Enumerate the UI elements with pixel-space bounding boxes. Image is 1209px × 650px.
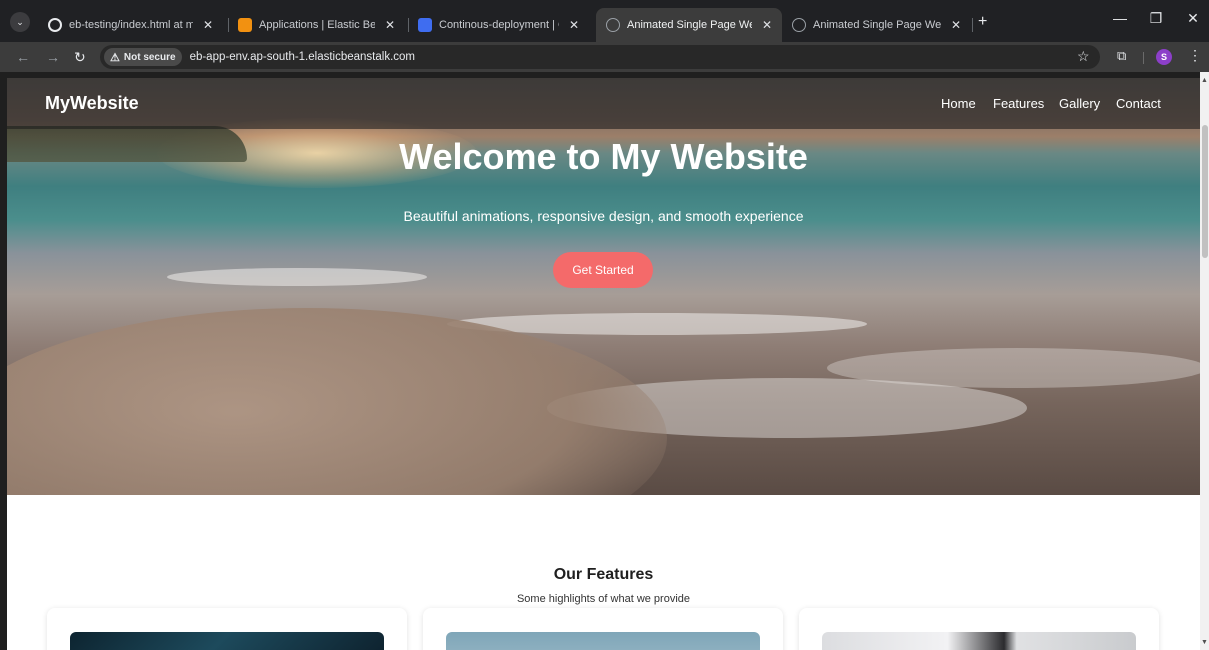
page-viewport: MyWebsite Home Features Gallery Contact …	[7, 78, 1200, 650]
security-label: Not secure	[123, 51, 176, 63]
feature-card-image	[70, 632, 384, 650]
address-bar[interactable]: ⚠ Not secure eb-app-env.ap-south-1.elast…	[100, 45, 1100, 69]
warning-triangle-icon: ⚠	[110, 51, 120, 64]
new-tab-plus-icon[interactable]: +	[978, 13, 987, 31]
github-icon	[48, 18, 62, 32]
tab-animated-site-active[interactable]: Animated Single Page Website ✕	[596, 8, 782, 42]
tab-title: Continous-deployment | CodeP	[439, 19, 559, 31]
features-title: Our Features	[553, 566, 654, 583]
reload-icon[interactable]: ↻	[74, 49, 86, 66]
bookmark-star-icon[interactable]: ☆	[1077, 48, 1090, 65]
nav-link-home[interactable]: Home	[941, 96, 976, 111]
tab-github[interactable]: eb-testing/index.html at main ✕	[38, 8, 229, 42]
feature-card-image	[446, 632, 760, 650]
scrollbar-thumb[interactable]	[1202, 125, 1208, 258]
scroll-up-arrow-icon[interactable]: ▲	[1201, 77, 1208, 84]
security-chip[interactable]: ⚠ Not secure	[104, 48, 182, 66]
tab-strip: ⌄ eb-testing/index.html at main ✕ Applic…	[0, 0, 1209, 42]
toolbar-divider	[1143, 52, 1144, 64]
tab-title: eb-testing/index.html at main	[69, 19, 193, 31]
codepipeline-icon	[418, 18, 432, 32]
url-text[interactable]: eb-app-env.ap-south-1.elasticbeanstalk.c…	[190, 51, 415, 63]
tab-animated-site[interactable]: Animated Single Page Website ✕	[782, 8, 973, 42]
hero-title: Welcome to My Website	[399, 136, 808, 177]
globe-icon	[606, 18, 620, 32]
tab-elastic-beanstalk[interactable]: Applications | Elastic Beanstalk ✕	[228, 8, 409, 42]
close-icon[interactable]: ✕	[569, 18, 579, 32]
wet-sand	[7, 308, 667, 495]
tab-search-chevron-icon[interactable]: ⌄	[10, 12, 30, 32]
globe-icon	[792, 18, 806, 32]
close-icon[interactable]: ✕	[762, 18, 772, 32]
feature-card[interactable]	[799, 608, 1159, 650]
feature-card[interactable]	[423, 608, 783, 650]
get-started-button[interactable]: Get Started	[553, 252, 653, 288]
window-close-icon[interactable]: ✕	[1183, 10, 1203, 27]
feature-card[interactable]	[47, 608, 407, 650]
scroll-down-arrow-icon[interactable]: ▼	[1201, 639, 1208, 646]
menu-kebab-icon[interactable]: ⋮	[1188, 47, 1202, 64]
tab-separator	[972, 18, 973, 32]
hero-subtitle: Beautiful animations, responsive design,…	[403, 208, 804, 224]
close-icon[interactable]: ✕	[203, 18, 213, 32]
forward-arrow-icon[interactable]: →	[46, 49, 60, 65]
tab-codepipeline[interactable]: Continous-deployment | CodeP ✕	[408, 8, 593, 42]
wave-foam	[827, 348, 1200, 388]
hero-section: MyWebsite Home Features Gallery Contact …	[7, 78, 1200, 495]
tab-title: Animated Single Page Website	[813, 19, 941, 31]
wave-foam	[167, 268, 427, 286]
nav-link-features[interactable]: Features	[993, 96, 1044, 111]
tab-title: Applications | Elastic Beanstalk	[259, 19, 375, 31]
site-header: MyWebsite Home Features Gallery Contact	[7, 78, 1200, 129]
browser-toolbar: ← → ↻ ⚠ Not secure eb-app-env.ap-south-1…	[0, 42, 1209, 72]
close-icon[interactable]: ✕	[951, 18, 961, 32]
feature-card-image	[822, 632, 1136, 650]
profile-avatar[interactable]: S	[1156, 49, 1172, 65]
aws-icon	[238, 18, 252, 32]
extensions-puzzle-icon[interactable]: ⧉	[1117, 48, 1126, 64]
nav-link-contact[interactable]: Contact	[1116, 96, 1161, 111]
tab-title: Animated Single Page Website	[627, 19, 752, 31]
close-icon[interactable]: ✕	[385, 18, 395, 32]
minimize-icon[interactable]: —	[1110, 10, 1130, 26]
nav-link-gallery[interactable]: Gallery	[1059, 96, 1100, 111]
features-subtitle: Some highlights of what we provide	[516, 593, 691, 605]
back-arrow-icon[interactable]: ←	[16, 49, 30, 65]
restore-icon[interactable]: ❐	[1146, 10, 1166, 27]
site-logo[interactable]: MyWebsite	[45, 93, 139, 114]
